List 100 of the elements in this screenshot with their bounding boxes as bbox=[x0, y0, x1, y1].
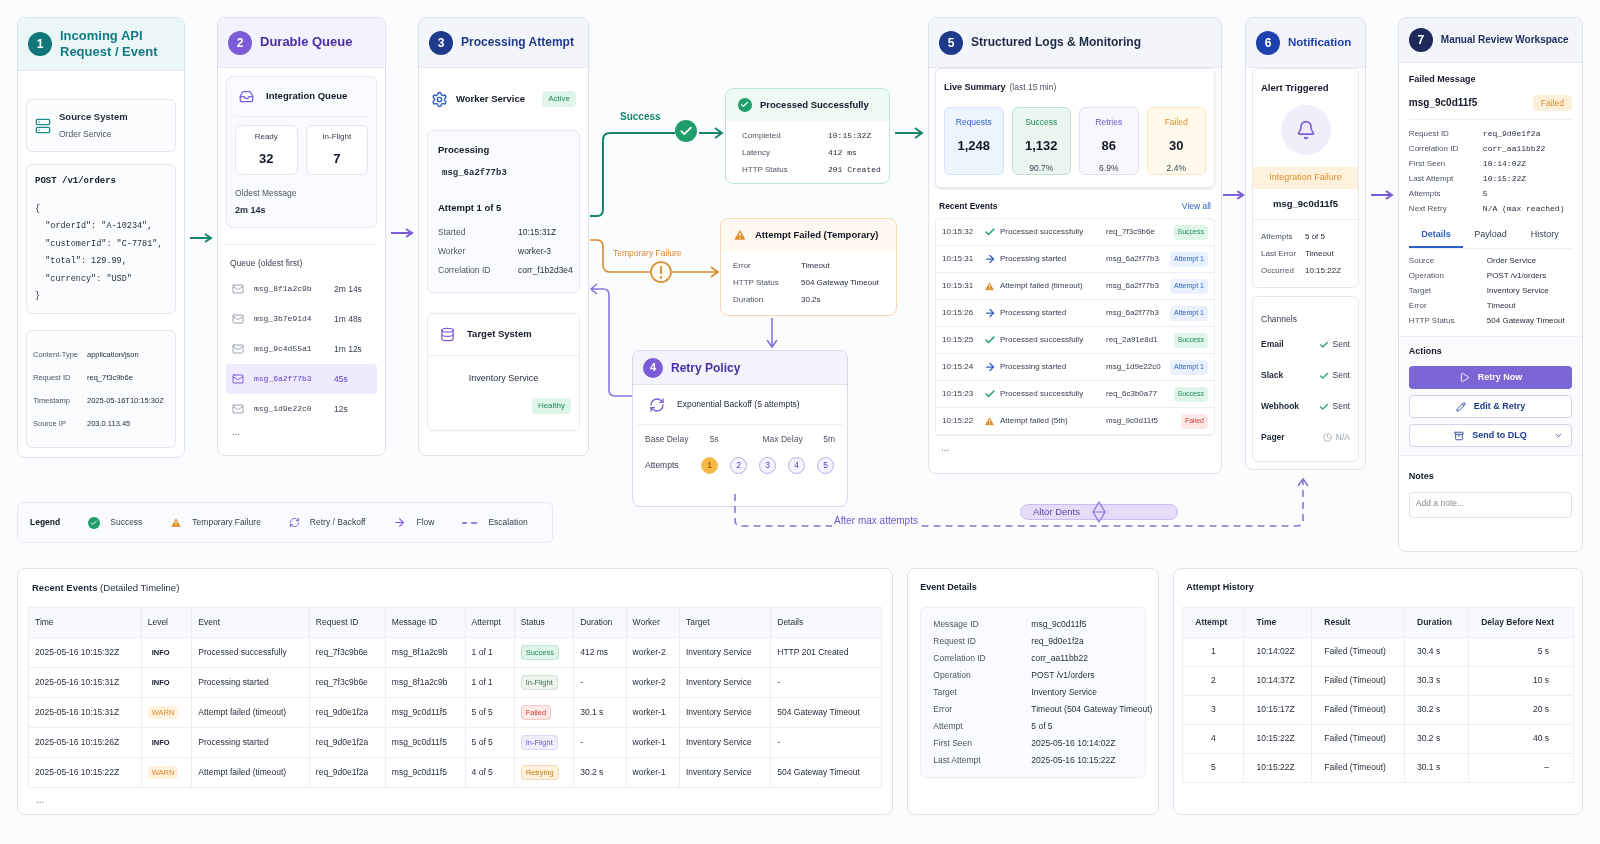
event-time: 10:15:31 bbox=[942, 253, 975, 266]
table-cell: worker-1 bbox=[626, 727, 680, 758]
table-cell: 30.2 s bbox=[1404, 695, 1469, 724]
step-number: 6 bbox=[1256, 30, 1280, 55]
tag-label: Altor Dents bbox=[1033, 504, 1080, 519]
table-cell: HTTP 201 Created bbox=[770, 637, 882, 668]
status-badge: Active bbox=[542, 91, 576, 107]
event-time: 10:15:25 bbox=[942, 334, 975, 347]
attempt-step: 5 bbox=[817, 456, 834, 474]
stat-value: 7 bbox=[333, 150, 341, 169]
table-cell: 2025-05-16 10:15:31Z bbox=[28, 697, 142, 728]
field-value: 10:15:22Z bbox=[1305, 265, 1342, 277]
card-title: Processing Attempt bbox=[461, 35, 574, 50]
field-value: 412 ms bbox=[828, 147, 857, 159]
metric-share: 2.4% bbox=[1166, 161, 1186, 175]
queue-message-row[interactable]: msg_1d9e22c0 12s bbox=[226, 394, 377, 424]
view-all-link[interactable]: View all bbox=[1181, 199, 1211, 213]
database-icon bbox=[440, 327, 455, 342]
metric-share: 6.9% bbox=[1099, 161, 1119, 175]
table-cell: 4 of 5 bbox=[465, 757, 515, 788]
column-header: Request ID bbox=[309, 607, 386, 638]
message-id: msg_9c0d11f5 bbox=[1253, 188, 1358, 220]
table-cell: 504 Gateway Timeout bbox=[770, 757, 882, 788]
table-cell: - bbox=[573, 667, 627, 698]
stat-label: In-Flight bbox=[322, 131, 352, 144]
table-cell: 10:14:37Z bbox=[1244, 666, 1312, 695]
event-time: 10:15:26 bbox=[942, 307, 975, 320]
envelope-icon bbox=[232, 403, 244, 415]
outcome-title: Attempt Failed (Temporary) bbox=[755, 227, 879, 242]
legend-title: Legend bbox=[30, 516, 61, 529]
field-label: Last Attempt bbox=[933, 753, 982, 767]
card-title: Retry Policy bbox=[671, 359, 741, 377]
table-cell: 30.2 s bbox=[1404, 724, 1469, 753]
event-text: Processing started bbox=[1000, 361, 1068, 374]
step-number: 7 bbox=[1408, 28, 1433, 52]
action-button[interactable]: Edit & Retry bbox=[1408, 395, 1572, 419]
table-cell: 1 bbox=[1182, 637, 1244, 666]
field-value: 2025-05-16 10:14:02Z bbox=[1031, 736, 1116, 750]
tab[interactable]: Details bbox=[1408, 224, 1464, 248]
request-line: POST /v1/orders bbox=[35, 175, 117, 188]
metric-value: 86 bbox=[1101, 137, 1116, 156]
channel-name: Webhook bbox=[1261, 400, 1300, 413]
column-header: Event bbox=[191, 607, 310, 638]
metric-value: 1,132 bbox=[1024, 137, 1058, 156]
status-badge: Healthy bbox=[531, 397, 571, 414]
field-value: req_9d0e1f2a bbox=[1482, 128, 1541, 141]
channel-name: Pager bbox=[1261, 431, 1285, 444]
queue-message-row[interactable]: msg_6a2f77b3 45s bbox=[226, 364, 377, 394]
channel-status: N/A bbox=[1335, 431, 1350, 444]
field-value: worker-3 bbox=[518, 245, 552, 258]
card-title: Incoming API Request / Event bbox=[60, 27, 159, 61]
target-name: Inventory Service bbox=[468, 372, 539, 385]
action-button[interactable]: Retry Now bbox=[1408, 366, 1572, 390]
envelope-icon bbox=[232, 313, 244, 325]
field-value: 2025-05-16 10:15:22Z bbox=[1031, 753, 1116, 767]
field-label: First Seen bbox=[933, 736, 974, 750]
field-label: Attempts bbox=[1408, 188, 1442, 201]
code-line: { bbox=[35, 202, 42, 216]
table-cell: worker-1 bbox=[626, 757, 680, 788]
retry-connector bbox=[766, 317, 778, 349]
table-cell: Failed (Timeout) bbox=[1311, 724, 1405, 753]
attempt-step: 3 bbox=[759, 456, 776, 474]
field-value: Timeout bbox=[801, 260, 830, 272]
notes-field[interactable]: Add a note... bbox=[1408, 492, 1572, 519]
summary-note: (last 15 min) bbox=[1009, 81, 1057, 94]
column-header: Duration bbox=[1404, 607, 1469, 637]
play-icon bbox=[1458, 372, 1470, 384]
action-button[interactable]: Send to DLQ bbox=[1408, 424, 1572, 448]
field-label: Completed bbox=[742, 130, 782, 142]
table-cell: req_7f3c9b6e bbox=[309, 667, 386, 698]
tab[interactable]: Payload bbox=[1463, 224, 1518, 248]
event-time: 10:15:31 bbox=[942, 280, 975, 293]
field-label: Correlation ID bbox=[1408, 143, 1460, 156]
attempt-step: 2 bbox=[730, 456, 747, 474]
more-indicator: ... bbox=[231, 425, 242, 439]
section-title: Actions bbox=[1408, 344, 1443, 358]
queue-message-row[interactable]: msg_9c4d55a1 1m 12s bbox=[226, 334, 377, 364]
channel-status: Sent bbox=[1332, 400, 1350, 413]
field-value: req_9d0e1f2a bbox=[1031, 634, 1084, 648]
table-cell: Inventory Service bbox=[679, 697, 771, 728]
field-value: 5 of 5 bbox=[1305, 231, 1325, 243]
table-cell: 3 bbox=[1182, 695, 1244, 724]
column-header: Time bbox=[28, 607, 142, 638]
card-title: Event Details bbox=[920, 581, 978, 594]
table-cell: Failed (Timeout) bbox=[1311, 666, 1405, 695]
source-name: Order Service bbox=[59, 128, 113, 141]
field-label: Operation bbox=[933, 668, 972, 682]
field-label: Source bbox=[1408, 254, 1436, 267]
metric-share: 90.7% bbox=[1029, 161, 1054, 175]
field-value: corr_f1b2d3e4 bbox=[518, 264, 573, 277]
warning-circle-icon bbox=[650, 261, 672, 283]
queue-message-row[interactable]: msg_8f1a2c9b 2m 14s bbox=[226, 274, 377, 304]
field-label: First Seen bbox=[1408, 158, 1447, 171]
field-label: Request ID bbox=[933, 634, 977, 648]
field-value: Timeout (504 Gateway Timeout) bbox=[1031, 702, 1153, 716]
tab[interactable]: History bbox=[1517, 224, 1572, 248]
queue-message-row[interactable]: msg_3b7e91d4 1m 48s bbox=[226, 304, 377, 334]
stat-value: 32 bbox=[259, 150, 274, 169]
table-cell: Processed successfully bbox=[191, 637, 310, 668]
refresh-icon bbox=[649, 396, 665, 413]
